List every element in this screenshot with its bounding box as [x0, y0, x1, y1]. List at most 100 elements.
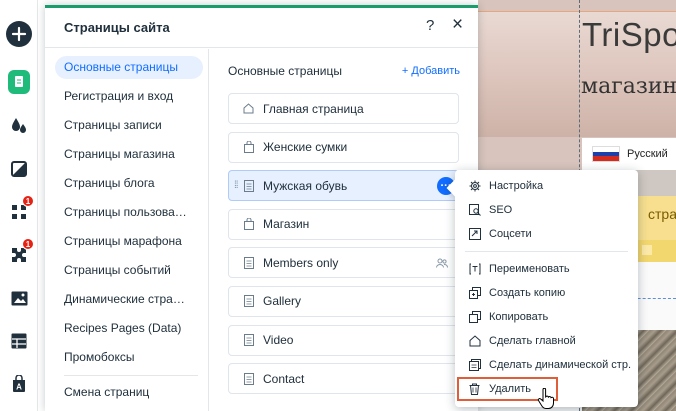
page-item-label: Мужская обувь [263, 178, 348, 193]
banner-element [642, 245, 652, 255]
page-item-contact[interactable]: Contact [228, 363, 459, 395]
members-icon [436, 257, 449, 271]
menu-item-seo[interactable]: SEO [455, 198, 638, 222]
menu-item-label: Создать копию [489, 287, 566, 299]
menu-item-set-homepage[interactable]: Сделать главной [455, 329, 638, 353]
header-guide-line [478, 11, 676, 12]
page-item-label: Главная страница [263, 101, 364, 116]
hand-cursor-icon [537, 387, 555, 411]
category-divider [64, 375, 198, 376]
page-item-label: Video [263, 333, 294, 348]
page-item-video[interactable]: Video [228, 324, 459, 356]
shopping-bag-icon [243, 141, 254, 154]
menu-item-convert-dynamic[interactable]: Сделать динамической стр. [455, 353, 638, 377]
notification-badge: 1 [22, 195, 34, 207]
category-recipes-pages[interactable]: Recipes Pages (Data) [55, 317, 203, 346]
pages-section-title: Основные страницы [228, 64, 342, 78]
dynamic-page-icon [468, 359, 481, 372]
category-event-pages[interactable]: Страницы событий [55, 259, 203, 288]
menu-item-rename[interactable]: Переименовать [455, 257, 638, 281]
menu-item-settings[interactable]: Настройка [455, 174, 638, 198]
paint-drops-icon [12, 118, 26, 133]
add-page-button[interactable]: + Добавить [402, 65, 460, 77]
page-item-home[interactable]: Главная страница [228, 93, 459, 124]
image-icon [11, 291, 27, 305]
notification-badge: 1 [22, 238, 34, 250]
russia-flag-icon [592, 146, 620, 162]
design-button[interactable] [4, 110, 34, 140]
add-elements-button[interactable] [4, 19, 34, 49]
page-icon [243, 372, 254, 385]
page-icon [243, 256, 254, 269]
page-categories: Основные страницы Регистрация и вход Стр… [55, 56, 203, 410]
menu-item-label: Соцсети [489, 228, 532, 240]
background-icon [11, 161, 27, 177]
page-icon [243, 179, 254, 192]
table-icon [11, 333, 27, 349]
pages-header: Основные страницы + Добавить [228, 61, 460, 81]
menu-item-label: Переименовать [489, 263, 570, 275]
home-icon [243, 103, 254, 115]
menu-item-label: Копировать [489, 311, 549, 323]
category-dynamic-pages[interactable]: Динамические стра… [55, 288, 203, 317]
menu-item-copy[interactable]: Копировать [455, 305, 638, 329]
menu-item-label: Сделать главной [489, 335, 576, 347]
home-icon [468, 335, 481, 348]
page-icon [243, 295, 254, 308]
page-item-shop[interactable]: Магазин [228, 208, 459, 240]
menu-item-label: SEO [489, 204, 513, 216]
cms-button[interactable] [4, 326, 34, 356]
gear-icon [468, 180, 481, 193]
page-item-label: Members only [263, 255, 339, 270]
pages-list: Главная страница Женские сумки ⁞⁞ Мужска… [228, 93, 459, 402]
media-button[interactable] [4, 283, 34, 313]
category-challenge-pages[interactable]: Страницы марафона [55, 230, 203, 259]
category-lightboxes[interactable]: Промобоксы [55, 346, 203, 375]
help-button[interactable]: ? [426, 17, 434, 34]
wix-app-market-button[interactable]: A [4, 369, 34, 399]
category-blog-pages[interactable]: Страницы блога [55, 172, 203, 201]
category-page-transitions[interactable]: Смена страниц [55, 381, 203, 410]
app-market-icon: A [13, 375, 25, 392]
page-item-members-only[interactable]: Members only [228, 247, 459, 279]
shopping-bag-icon [243, 218, 254, 231]
category-store-pages[interactable]: Страницы магазина [55, 143, 203, 172]
close-button[interactable]: × [452, 14, 463, 36]
svg-text:A: A [16, 383, 22, 392]
duplicate-icon [468, 287, 481, 300]
pages-menu-button[interactable] [4, 67, 34, 97]
page-item-label: Gallery [263, 294, 302, 309]
plus-icon [6, 21, 32, 47]
site-title: TriSpo [582, 16, 676, 53]
category-member-pages[interactable]: Страницы пользова… [55, 201, 203, 230]
menu-item-social[interactable]: Соцсети [455, 222, 638, 246]
menu-item-label: Настройка [489, 180, 544, 192]
page-context-menu: Настройка SEO Соцсети Переименовать Созд… [446, 170, 638, 407]
menu-item-label: Удалить [489, 383, 531, 395]
category-booking-pages[interactable]: Страницы записи [55, 114, 203, 143]
apps-button[interactable]: 1 [4, 195, 34, 227]
menu-divider [465, 251, 628, 252]
panel-divider [208, 49, 209, 411]
menu-item-duplicate[interactable]: Создать копию [455, 281, 638, 305]
background-button[interactable] [4, 154, 34, 184]
page-item-gallery[interactable]: Gallery [228, 285, 459, 317]
page-item-womens-bags[interactable]: Женские сумки [228, 131, 459, 163]
rename-icon [468, 263, 481, 276]
drag-handle-icon[interactable]: ⁞⁞ [234, 180, 238, 191]
language-label: Русский [627, 148, 668, 160]
business-tools-button[interactable]: 1 [4, 238, 34, 270]
page-icon [243, 334, 254, 347]
category-main-pages[interactable]: Основные страницы [55, 56, 203, 79]
page-item-mens-shoes[interactable]: ⁞⁞ Мужская обувь ··· [228, 170, 459, 202]
trash-icon [468, 383, 481, 396]
category-signup-login[interactable]: Регистрация и вход [55, 85, 203, 114]
banner-text: стра [648, 206, 676, 222]
site-subtitle: магазин [581, 74, 676, 99]
page-item-label: Магазин [263, 217, 310, 232]
copy-icon [468, 311, 481, 324]
language-menu[interactable]: Русский [582, 138, 676, 170]
panel-title: Страницы сайта [64, 20, 170, 35]
editor-left-toolbar: 1 1 A [0, 0, 38, 411]
page-item-label: Contact [263, 371, 305, 386]
